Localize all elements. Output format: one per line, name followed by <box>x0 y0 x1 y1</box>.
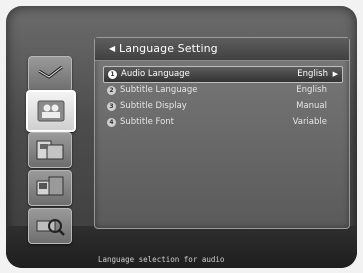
page-title: Language Setting <box>119 42 218 55</box>
row-value: Variable <box>292 117 327 127</box>
row-label: Subtitle Display <box>120 101 187 111</box>
sidebar-item-installation[interactable] <box>28 56 72 92</box>
folder-media-icon <box>36 140 64 160</box>
sidebar-item-system[interactable] <box>28 170 72 206</box>
menu-row-subtitle-language[interactable]: 2 Subtitle Language English <box>103 83 341 98</box>
tv-screen: ◀ Language Setting 1 Audio Language Engl… <box>6 6 357 268</box>
menu-row-subtitle-font[interactable]: 4 Subtitle Font Variable <box>103 115 341 130</box>
row-number-badge: 4 <box>107 118 116 127</box>
satellite-dish-icon <box>38 65 63 79</box>
panel-title-bar: ◀ Language Setting <box>95 38 349 61</box>
menu-row-subtitle-display[interactable]: 3 Subtitle Display Manual <box>103 99 341 114</box>
status-text: Language selection for audio <box>98 255 225 264</box>
chevron-right-icon[interactable]: ▶ <box>333 67 338 82</box>
tv-setup-icon <box>36 176 64 196</box>
row-number-badge: 1 <box>108 70 117 79</box>
row-number-badge: 3 <box>107 102 116 111</box>
user-settings-icon <box>37 100 65 122</box>
row-number-badge: 2 <box>107 86 116 95</box>
row-label: Audio Language <box>121 69 190 79</box>
back-arrow-icon[interactable]: ◀ <box>109 38 115 60</box>
sidebar-item-information[interactable] <box>28 208 72 244</box>
row-value: English <box>297 69 328 79</box>
menu-row-audio-language[interactable]: 1 Audio Language English ▶ <box>103 66 343 83</box>
row-label: Subtitle Language <box>120 85 198 95</box>
info-search-icon <box>36 219 65 236</box>
language-setting-panel: ◀ Language Setting 1 Audio Language Engl… <box>94 37 350 229</box>
sidebar-item-media[interactable] <box>28 132 72 168</box>
row-label: Subtitle Font <box>120 117 175 127</box>
row-value: Manual <box>296 101 327 111</box>
row-value: English <box>296 85 327 95</box>
sidebar-item-preferences[interactable] <box>26 90 76 132</box>
